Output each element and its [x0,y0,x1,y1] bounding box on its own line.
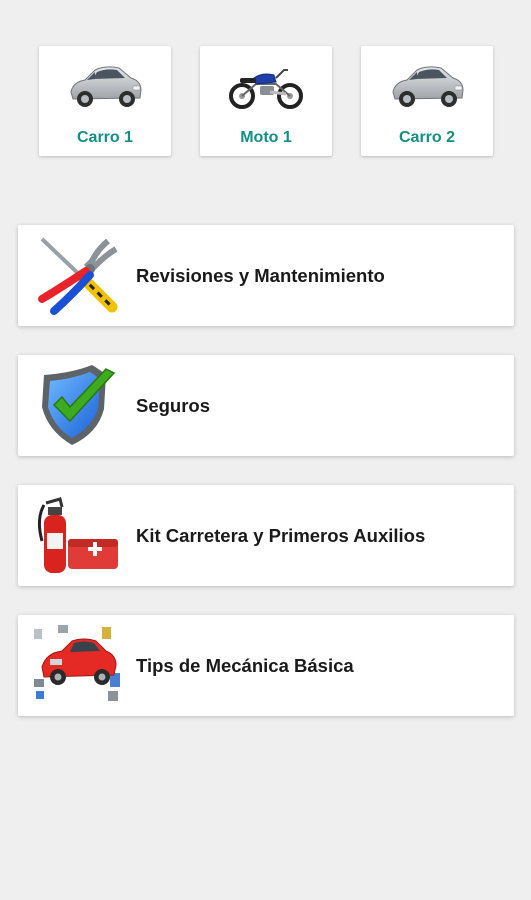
menu-item-label: Seguros [136,394,211,416]
menu-item-label: Revisiones y Mantenimiento [136,264,385,286]
motorcycle-icon [200,54,332,118]
vehicle-label: Carro 1 [76,129,134,146]
shield-check-icon [32,363,124,447]
menu-item-kit-carretera[interactable]: Kit Carretera y Primeros Auxilios [18,485,514,586]
menu-item-seguros[interactable]: Seguros [18,355,514,456]
tools-icon [32,233,124,317]
vehicle-card-carro-2[interactable]: Carro 2 [361,46,493,156]
vehicle-card-carro-1[interactable]: Carro 1 [39,46,171,156]
car-icon [39,54,171,118]
car-parts-icon [32,623,124,707]
car-icon [361,54,493,118]
menu-item-tips-mecanica[interactable]: Tips de Mecánica Básica [18,615,514,716]
menu-item-label: Kit Carretera y Primeros Auxilios [136,524,426,546]
menu-item-label: Tips de Mecánica Básica [136,654,354,676]
vehicle-card-moto-1[interactable]: Moto 1 [200,46,332,156]
vehicle-label: Moto 1 [240,129,292,146]
vehicle-selector: Carro 1 Moto 1 Carro 2 [0,0,531,200]
menu-item-revisiones[interactable]: Revisiones y Mantenimiento [18,225,514,326]
fire-extinguisher-icon [32,493,124,577]
vehicle-label: Carro 2 [398,129,456,146]
